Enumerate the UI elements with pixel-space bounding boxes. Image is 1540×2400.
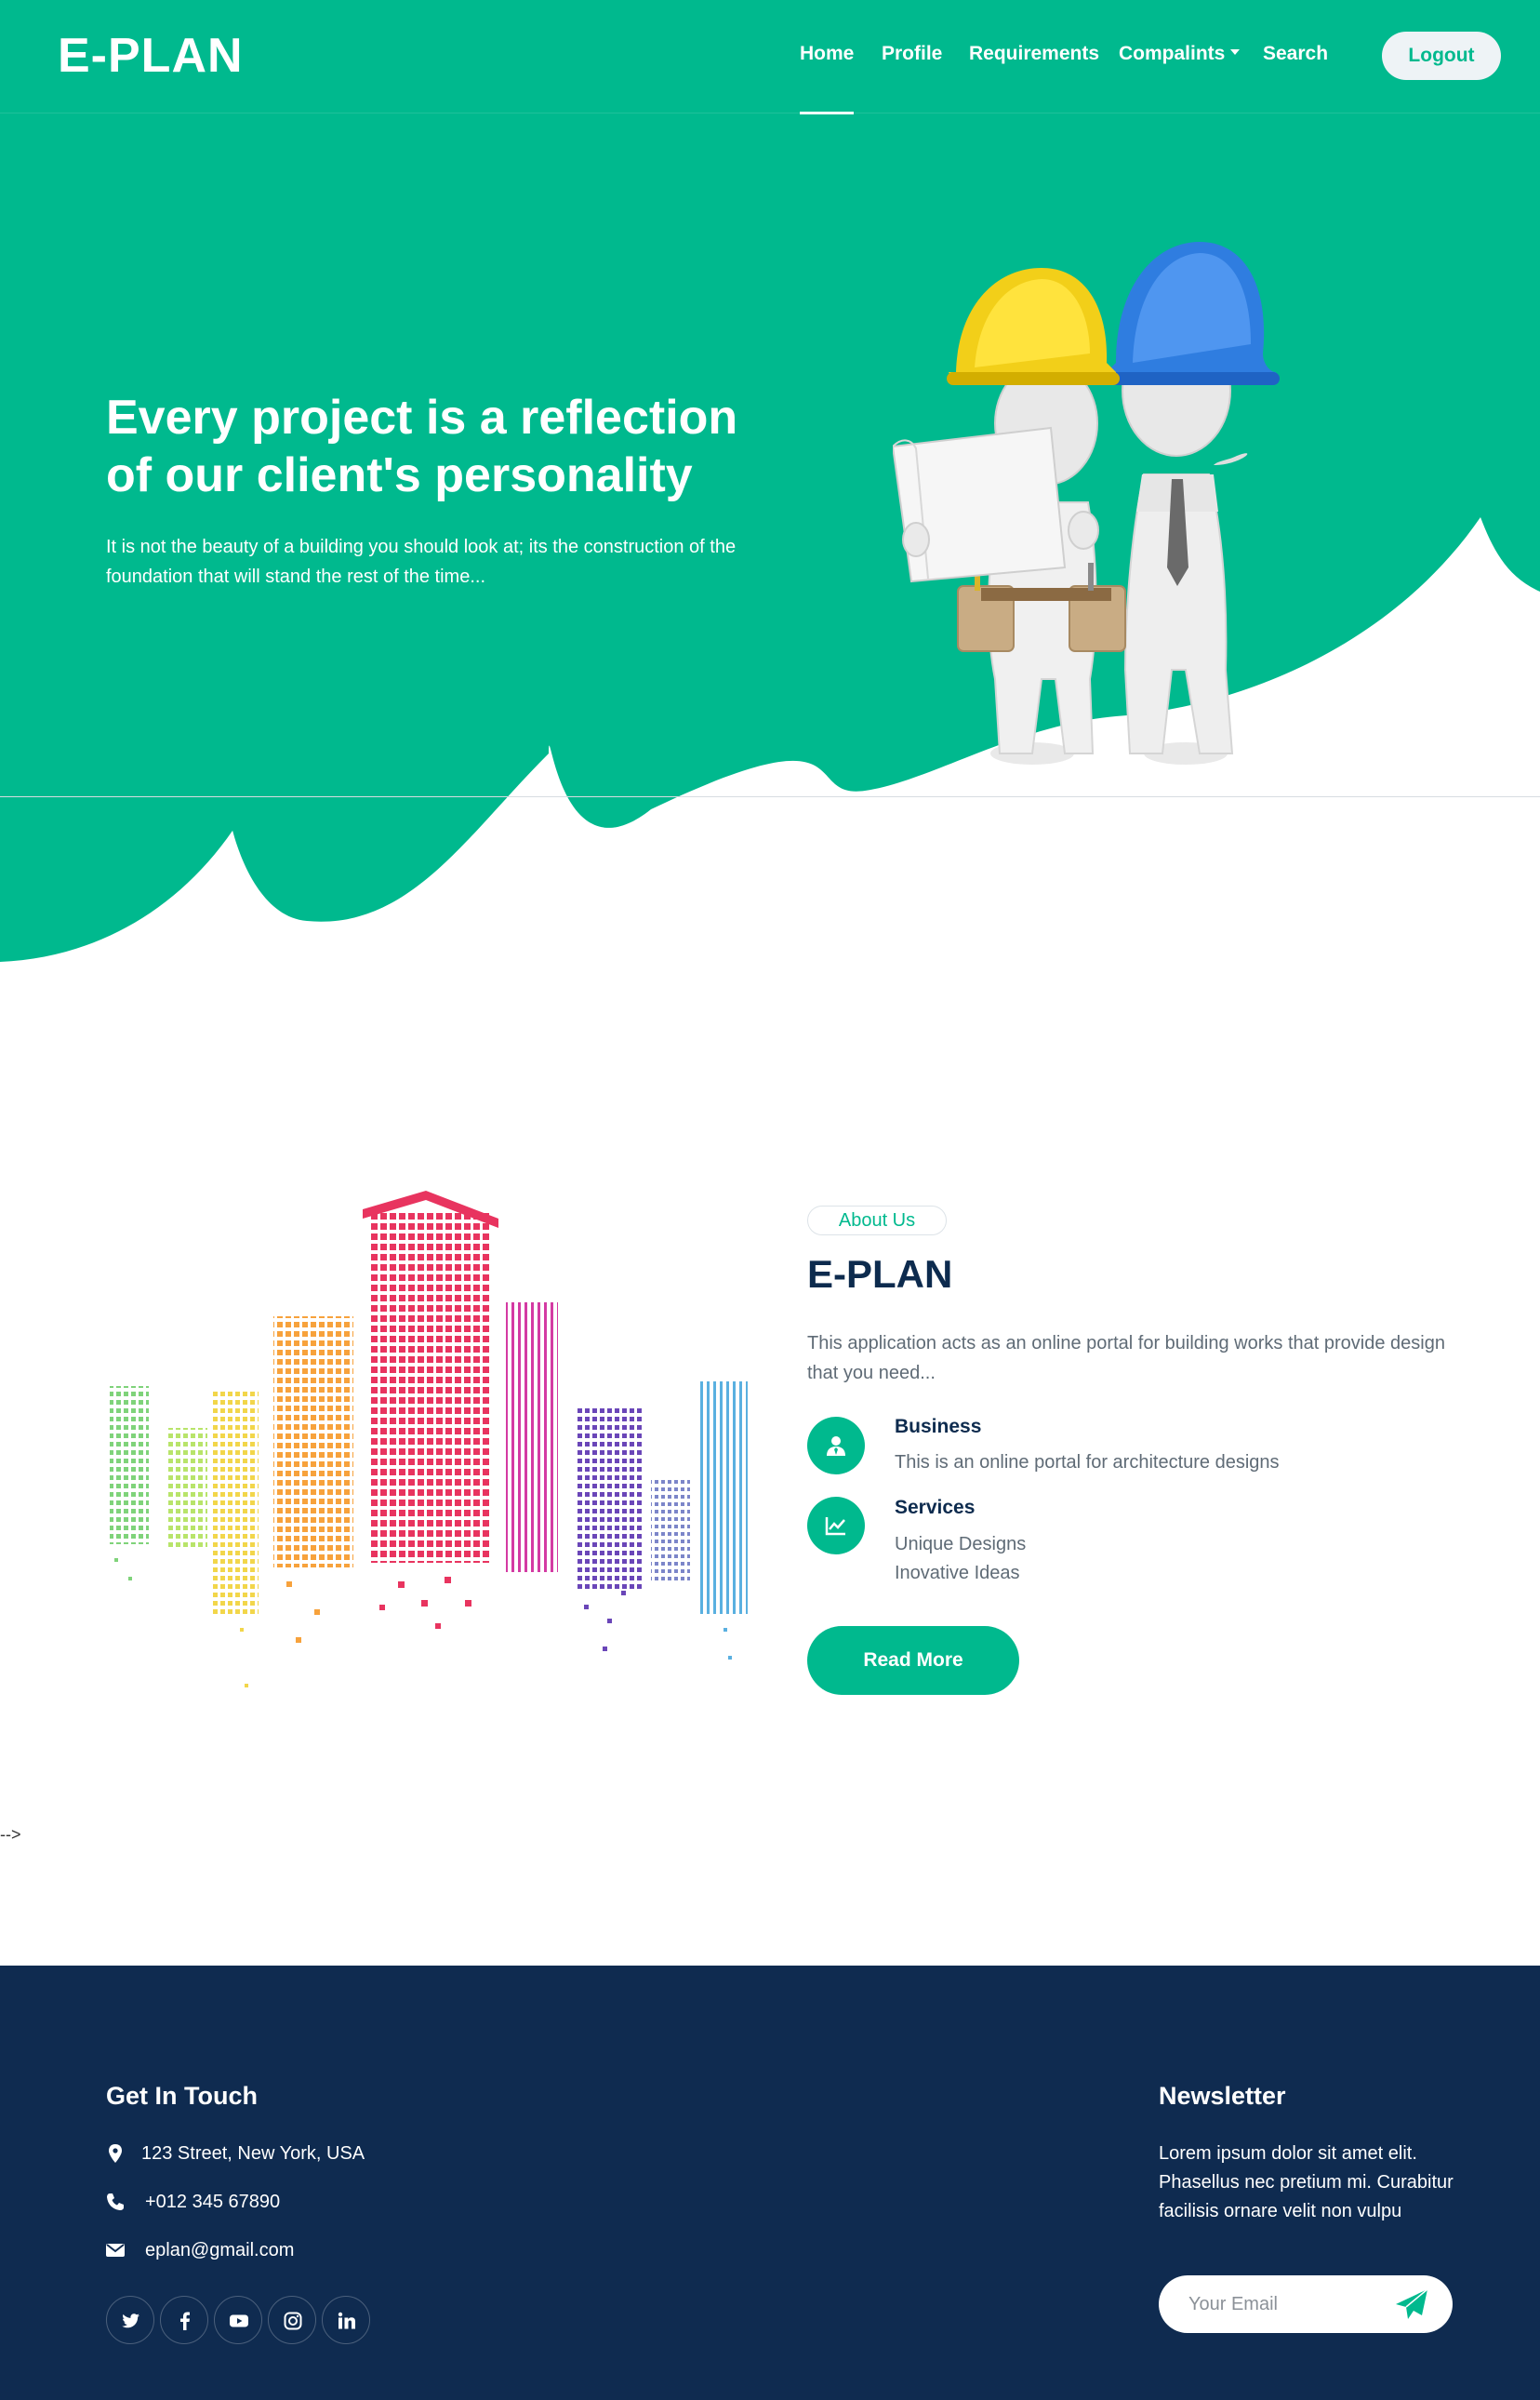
feature-services-line-1: Unique Designs xyxy=(895,1534,1027,1554)
construction-workers-illustration xyxy=(893,242,1280,765)
newsletter-text: Lorem ipsum dolor sit amet elit. Phasell… xyxy=(1159,2143,1454,2221)
logout-button[interactable]: Logout xyxy=(1382,32,1501,80)
facebook-button[interactable] xyxy=(160,2296,208,2344)
twitter-button[interactable] xyxy=(106,2296,154,2344)
contact-email-text: eplan@gmail.com xyxy=(145,2240,295,2260)
user-tie-icon xyxy=(827,1436,845,1456)
newsletter-heading: Newsletter xyxy=(1159,2082,1286,2110)
services-feature-icon-circle xyxy=(807,1497,865,1554)
contact-address-text: 123 Street, New York, USA xyxy=(141,2143,365,2164)
map-marker-icon xyxy=(109,2144,122,2163)
nav-home[interactable]: Home xyxy=(800,43,855,114)
nav-search[interactable]: Search xyxy=(1263,43,1328,65)
about-us-badge: About Us xyxy=(807,1206,947,1235)
chart-line-icon xyxy=(825,1517,845,1536)
hero-text: It is not the beauty of a building you s… xyxy=(106,537,737,587)
hero-title-line-2: of our client's personality xyxy=(106,448,693,502)
nav-requirements[interactable]: Requirements xyxy=(969,43,1099,65)
about-description: This application acts as an online porta… xyxy=(807,1333,1445,1383)
facebook-icon xyxy=(180,2312,190,2330)
twitter-icon xyxy=(122,2313,139,2328)
youtube-icon xyxy=(230,2314,248,2327)
nav-profile[interactable]: Profile xyxy=(882,43,942,65)
hero-title-line-1: Every project is a reflection xyxy=(106,391,738,445)
instagram-icon xyxy=(284,2312,302,2330)
brand-logo[interactable]: E-PLAN xyxy=(58,28,244,84)
youtube-button[interactable] xyxy=(214,2296,262,2344)
envelope-icon xyxy=(106,2244,125,2257)
linkedin-icon xyxy=(338,2312,355,2329)
nav-complaints-dropdown[interactable]: Compalints xyxy=(1119,43,1241,65)
phone-icon xyxy=(107,2193,124,2210)
paper-plane-icon[interactable] xyxy=(1395,2288,1428,2320)
stray-comment-text: --> xyxy=(0,1825,21,1844)
hero-divider-line xyxy=(0,796,1540,797)
read-more-button[interactable]: Read More xyxy=(807,1626,1019,1695)
about-title: E-PLAN xyxy=(807,1252,953,1296)
feature-business-title: Business xyxy=(895,1416,982,1437)
caret-down-icon xyxy=(1230,49,1241,56)
linkedin-button[interactable] xyxy=(322,2296,370,2344)
instagram-button[interactable] xyxy=(268,2296,316,2344)
feature-services-title: Services xyxy=(895,1497,976,1518)
city-buildings-illustration xyxy=(110,1191,748,1687)
business-feature-icon-circle xyxy=(807,1417,865,1474)
contact-phone-text: +012 345 67890 xyxy=(145,2192,281,2212)
feature-services-line-2: Inovative Ideas xyxy=(895,1563,1020,1583)
nav-complaints-label: Compalints xyxy=(1119,43,1226,64)
navbar: E-PLAN Home Profile Requirements Compali… xyxy=(0,0,1540,114)
get-in-touch-heading: Get In Touch xyxy=(106,2082,258,2110)
feature-business-text: This is an online portal for architectur… xyxy=(895,1452,1280,1473)
hero-title: Every project is a reflection of our cli… xyxy=(106,389,813,504)
